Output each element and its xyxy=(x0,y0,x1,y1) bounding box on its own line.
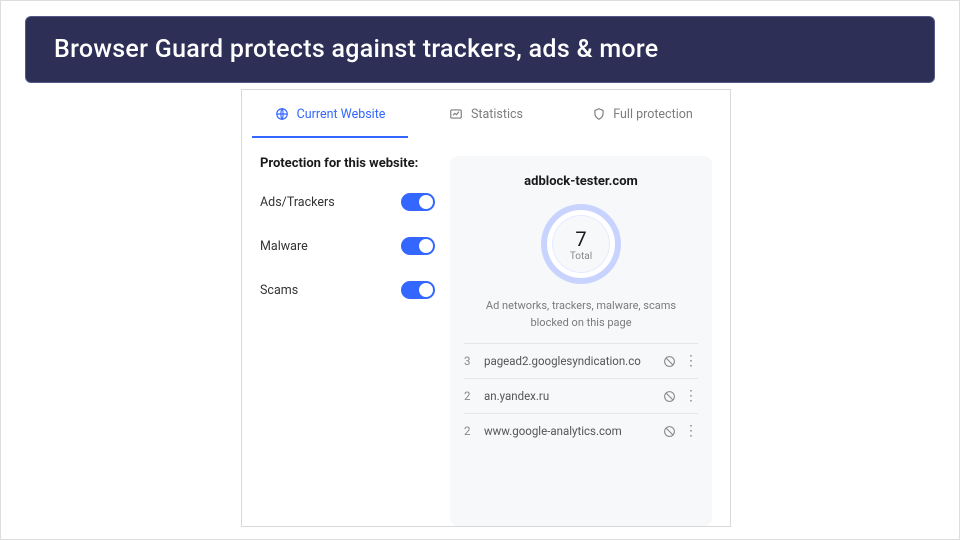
toggle-row-ads: Ads/Trackers xyxy=(260,193,435,211)
shield-icon xyxy=(591,107,606,122)
item-count: 2 xyxy=(464,389,484,403)
chart-icon xyxy=(449,107,464,122)
tab-bar: Current Website Statistics Full protecti… xyxy=(242,90,730,138)
tab-current-website[interactable]: Current Website xyxy=(252,90,408,138)
toggle-label: Ads/Trackers xyxy=(260,195,335,210)
more-icon[interactable]: ⋮ xyxy=(684,354,698,368)
globe-icon xyxy=(275,107,290,122)
summary-card: adblock-tester.com 7 Total Ad networks, … xyxy=(450,156,712,526)
protection-title: Protection for this website: xyxy=(260,156,435,171)
tab-label: Current Website xyxy=(297,107,386,122)
total-blocked-ring: 7 Total xyxy=(541,204,621,284)
tab-label: Full protection xyxy=(613,107,693,122)
tab-label: Statistics xyxy=(471,107,523,122)
toggle-row-scams: Scams xyxy=(260,281,435,299)
more-icon[interactable]: ⋮ xyxy=(684,389,698,403)
tab-statistics[interactable]: Statistics xyxy=(408,90,564,138)
extension-popup: Current Website Statistics Full protecti… xyxy=(241,89,731,527)
toggle-label: Malware xyxy=(260,239,308,254)
block-icon[interactable] xyxy=(662,424,676,438)
more-icon[interactable]: ⋮ xyxy=(684,424,698,438)
total-blocked-count: 7 xyxy=(575,227,586,251)
item-host: an.yandex.ru xyxy=(484,389,662,403)
toggle-label: Scams xyxy=(260,283,298,298)
list-item: 2 an.yandex.ru ⋮ xyxy=(464,378,698,413)
total-blocked-label: Total xyxy=(570,251,592,262)
protection-toggles: Protection for this website: Ads/Tracker… xyxy=(260,156,435,526)
toggle-scams[interactable] xyxy=(401,281,435,299)
toggle-ads-trackers[interactable] xyxy=(401,193,435,211)
summary-description: Ad networks, trackers, malware, scams bl… xyxy=(474,298,688,331)
list-item: 3 pagead2.googlesyndication.co ⋮ xyxy=(464,343,698,378)
item-actions: ⋮ xyxy=(662,354,698,368)
banner-text: Browser Guard protects against trackers,… xyxy=(54,35,659,64)
block-icon[interactable] xyxy=(662,389,676,403)
toggle-row-malware: Malware xyxy=(260,237,435,255)
website-domain: adblock-tester.com xyxy=(524,174,638,189)
block-icon[interactable] xyxy=(662,354,676,368)
page-banner: Browser Guard protects against trackers,… xyxy=(25,16,935,83)
tab-full-protection[interactable]: Full protection xyxy=(564,90,720,138)
item-actions: ⋮ xyxy=(662,424,698,438)
blocked-list: 3 pagead2.googlesyndication.co ⋮ 2 an.ya… xyxy=(450,343,712,454)
item-count: 2 xyxy=(464,424,484,438)
item-actions: ⋮ xyxy=(662,389,698,403)
item-count: 3 xyxy=(464,354,484,368)
item-host: pagead2.googlesyndication.co xyxy=(484,354,662,368)
panel-content: Protection for this website: Ads/Tracker… xyxy=(242,138,730,526)
item-host: www.google-analytics.com xyxy=(484,424,662,438)
list-item: 2 www.google-analytics.com ⋮ xyxy=(464,413,698,448)
toggle-malware[interactable] xyxy=(401,237,435,255)
